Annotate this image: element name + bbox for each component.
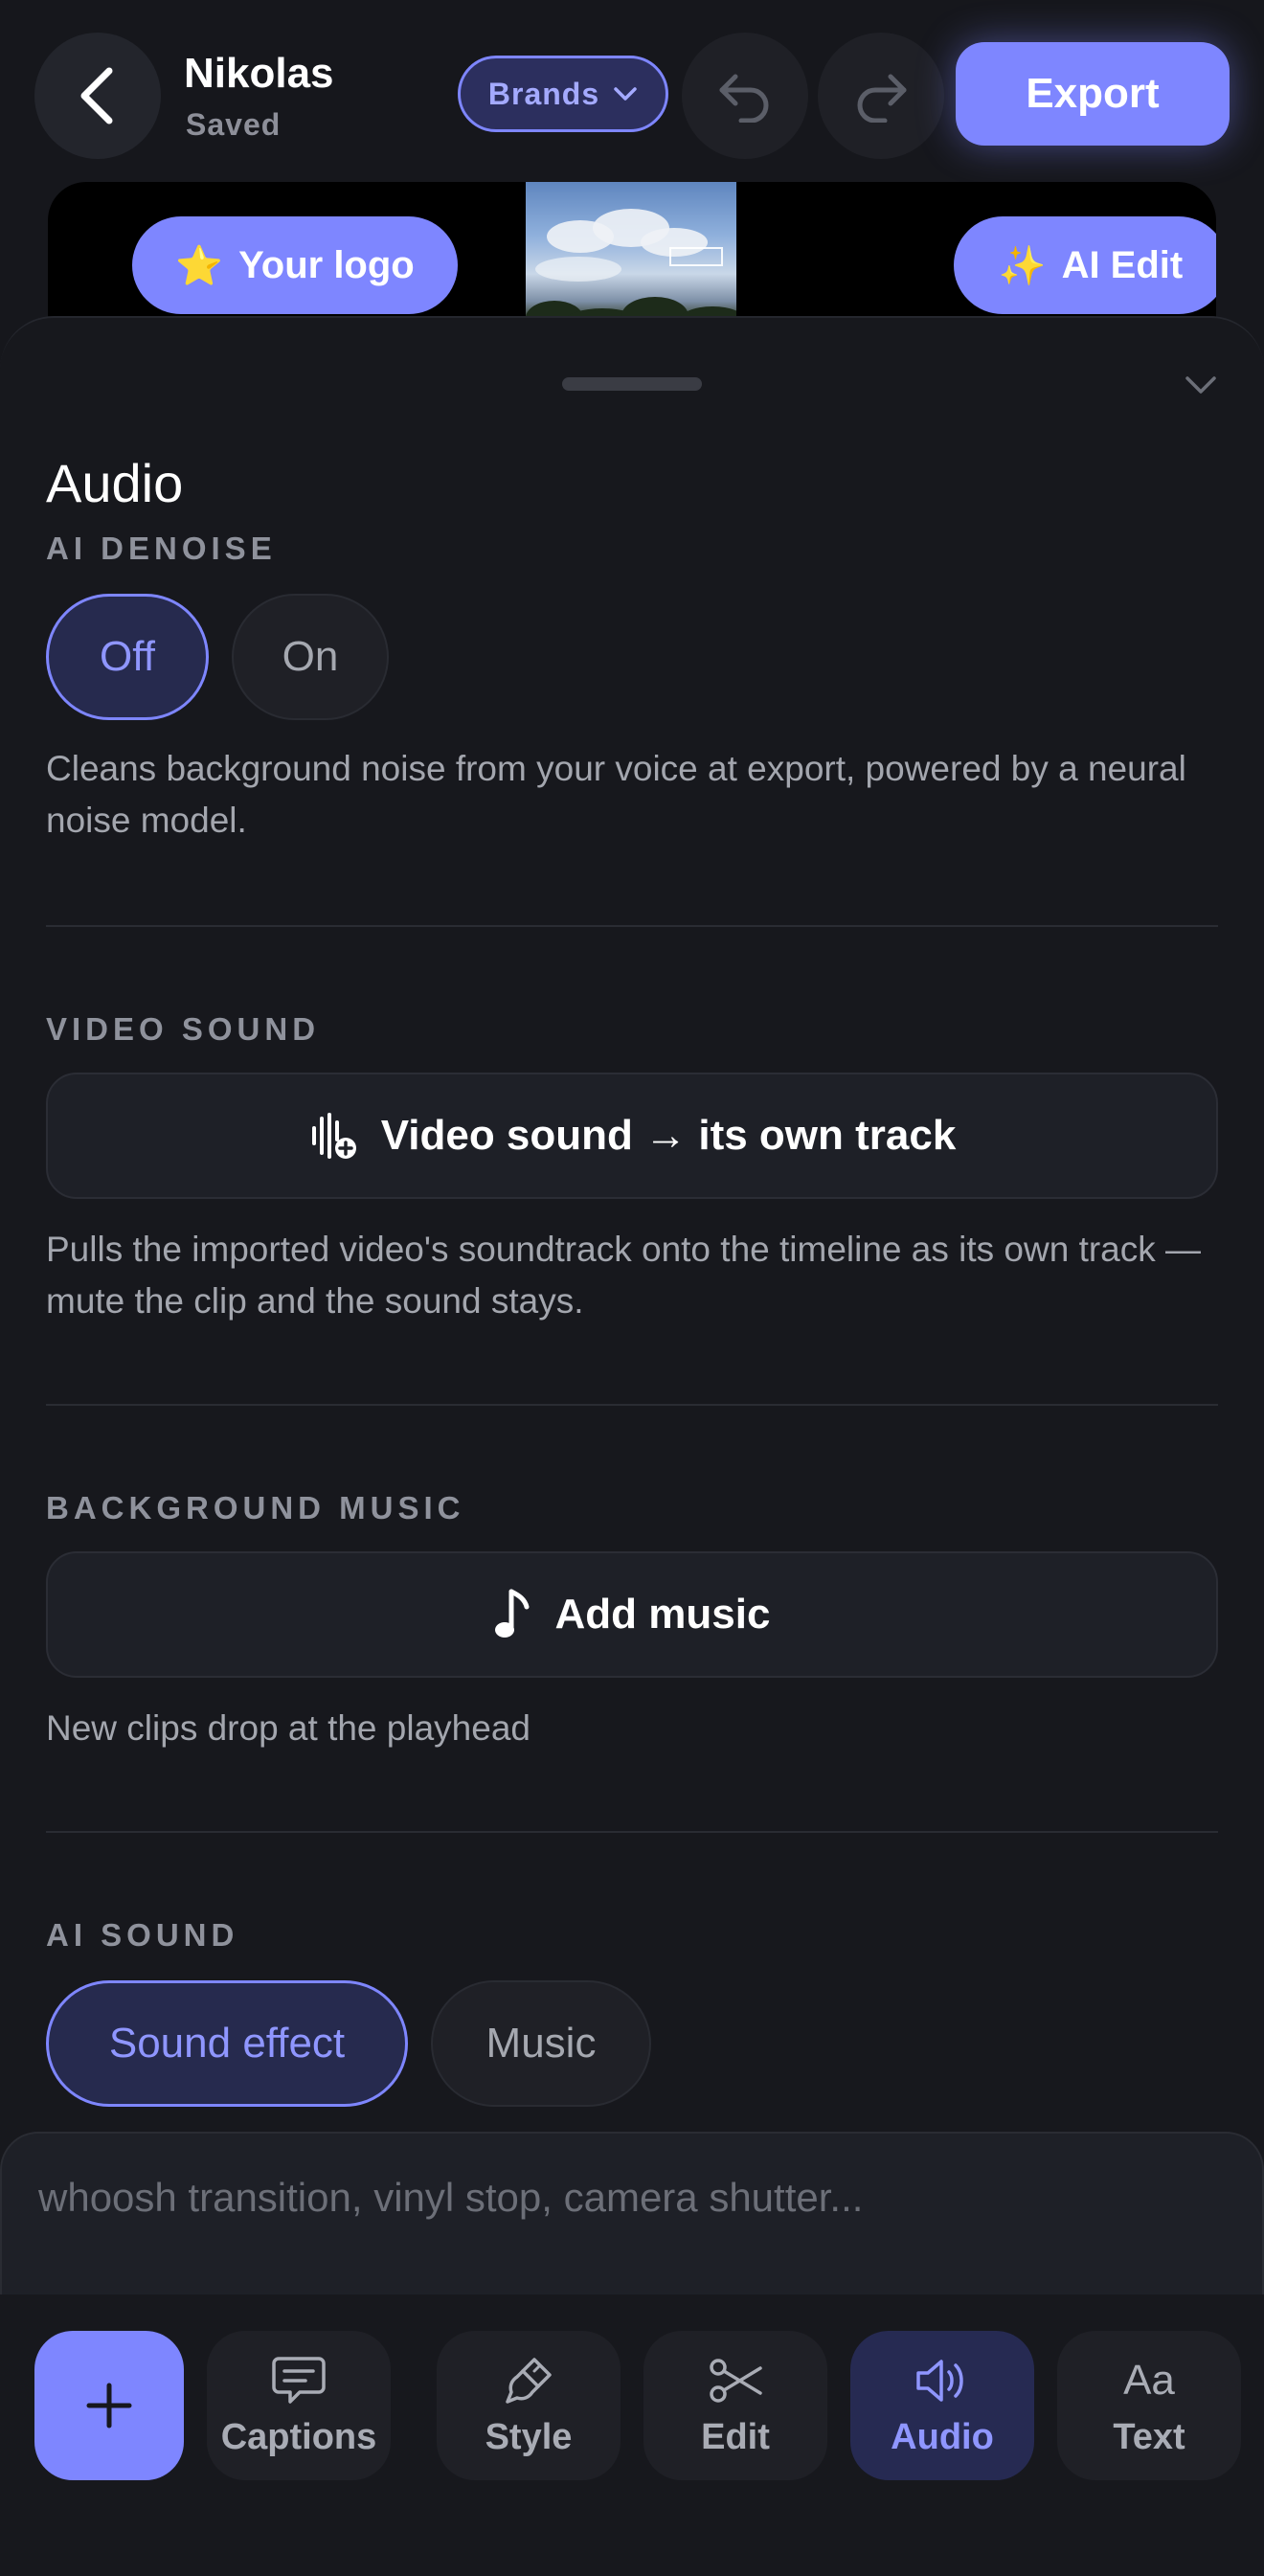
sound-effect-button[interactable]: Sound effect (46, 1980, 408, 2107)
sparkles-icon: ✨ (998, 244, 1047, 287)
top-bar: Nikolas Saved Brands Export (0, 0, 1264, 182)
back-button[interactable] (34, 33, 161, 159)
audio-sheet: Audio AI DENOISE Off On Cleans backgroun… (0, 316, 1264, 2323)
export-button[interactable]: Export (956, 42, 1230, 146)
undo-button[interactable] (682, 33, 808, 159)
scissors-icon (710, 2358, 762, 2403)
ai-edit-button[interactable]: ✨ AI Edit (954, 216, 1216, 314)
speaker-icon (916, 2359, 963, 2402)
video-sound-button-label: Video sound → its own track (380, 1112, 957, 1159)
video-sound-track-button[interactable]: Video sound → its own track (46, 1073, 1218, 1199)
chevron-down-icon (1185, 376, 1216, 394)
undo-icon (719, 74, 769, 123)
chevron-left-icon (80, 67, 113, 124)
section-divider (46, 1831, 1218, 1833)
your-logo-button[interactable]: ⭐ Your logo (132, 216, 458, 314)
section-divider (46, 1404, 1218, 1406)
captions-icon (272, 2356, 326, 2404)
nav-captions[interactable]: Captions (207, 2331, 391, 2480)
your-logo-label: Your logo (238, 243, 415, 286)
nav-audio[interactable]: Audio (850, 2331, 1034, 2480)
background-music-label: BACKGROUND MUSIC (46, 1490, 465, 1525)
bottom-toolbar: Captions Style Edit Audio Aa Text (0, 2294, 1264, 2576)
nav-edit[interactable]: Edit (643, 2331, 827, 2480)
brands-label: Brands (487, 76, 600, 111)
video-sound-description: Pulls the imported video's soundtrack on… (46, 1230, 1202, 1321)
denoise-description: Cleans background noise from your voice … (46, 749, 1186, 840)
ai-sound-label: AI SOUND (46, 1917, 239, 1953)
denoise-on-button[interactable]: On (232, 594, 389, 720)
collapse-sheet-button[interactable] (1174, 358, 1228, 412)
nav-text[interactable]: Aa Text (1057, 2331, 1241, 2480)
plus-icon (86, 2383, 132, 2429)
ai-sound-prompt-input[interactable] (38, 2164, 1226, 2231)
redo-icon (857, 74, 907, 123)
waveform-plus-icon (311, 1113, 356, 1159)
redo-button[interactable] (818, 33, 944, 159)
nav-captions-label: Captions (220, 2416, 377, 2457)
watermark-badge (669, 247, 723, 266)
video-sound-label: VIDEO SOUND (46, 1011, 321, 1047)
add-button[interactable] (34, 2331, 184, 2480)
star-icon: ⭐ (175, 244, 224, 287)
video-thumbnail (526, 182, 736, 335)
nav-style[interactable]: Style (437, 2331, 621, 2480)
ai-denoise-label: AI DENOISE (46, 531, 277, 566)
brush-icon (506, 2357, 552, 2404)
music-button[interactable]: Music (431, 1980, 651, 2107)
add-music-label: Add music (554, 1591, 771, 1638)
music-note-icon (494, 1589, 530, 1638)
denoise-off-button[interactable]: Off (46, 594, 209, 720)
background-music-description: New clips drop at the playhead (46, 1708, 530, 1748)
panel-title: Audio (46, 453, 184, 513)
nav-edit-label: Edit (701, 2416, 770, 2457)
ai-edit-label: AI Edit (1061, 243, 1184, 286)
chevron-down-icon (614, 87, 637, 101)
video-preview[interactable]: ⭐ Your logo ✨ AI Edit (48, 182, 1216, 335)
text-icon: Aa (1123, 2356, 1175, 2404)
nav-style-label: Style (485, 2416, 573, 2457)
save-status: Saved (186, 107, 282, 142)
add-music-button[interactable]: Add music (46, 1551, 1218, 1678)
sheet-grabber[interactable] (562, 377, 702, 391)
section-divider (46, 925, 1218, 927)
brands-button[interactable]: Brands (458, 56, 668, 132)
nav-audio-label: Audio (891, 2416, 994, 2457)
editor-screen: Nikolas Saved Brands Export ⭐ Your logo … (0, 0, 1264, 2576)
project-name[interactable]: Nikolas (184, 50, 334, 98)
nav-text-label: Text (1113, 2416, 1185, 2457)
